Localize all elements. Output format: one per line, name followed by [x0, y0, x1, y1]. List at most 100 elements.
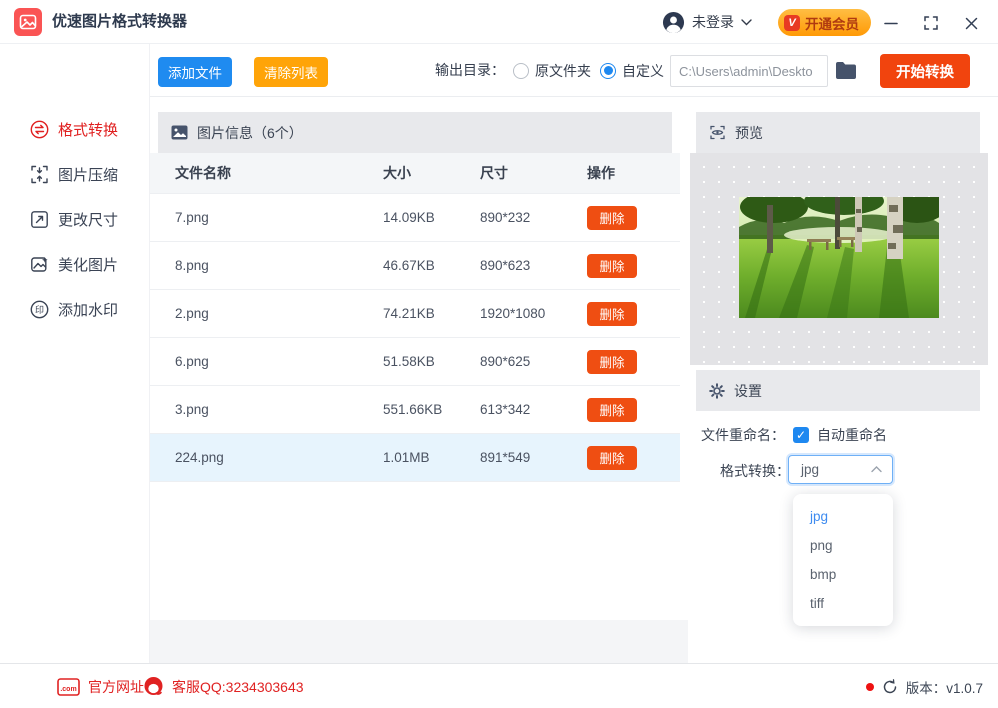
radio-original-label: 原文件夹 [535, 62, 591, 79]
output-dir-label: 输出目录： [435, 62, 505, 78]
format-select[interactable]: jpg [788, 455, 893, 484]
customer-service-label: 客服QQ:3234303643 [172, 678, 304, 695]
radio-original-folder[interactable]: 原文件夹 [513, 44, 591, 97]
customer-service-link[interactable]: 客服QQ:3234303643 [143, 664, 304, 708]
file-dims: 890*623 [480, 258, 531, 273]
file-dims: 890*232 [480, 210, 531, 225]
sidebar-item-label: 图片压缩 [58, 167, 119, 184]
status-dot [865, 682, 874, 691]
gear-icon [709, 382, 725, 399]
refresh-icon[interactable] [882, 678, 898, 695]
delete-button[interactable]: 删除 [587, 445, 637, 470]
sidebar-item-watermark[interactable]: 印 添加水印 [0, 287, 149, 332]
official-website-link[interactable]: .com 官方网址 [57, 664, 144, 708]
login-status-label: 未登录 [692, 14, 734, 30]
table-row[interactable]: 6.png 51.58KB 890*625 删除 [150, 338, 680, 386]
radio-custom-folder[interactable]: 自定义 [600, 44, 664, 97]
file-size: 46.67KB [383, 258, 435, 273]
app-window: 优速图片格式转换器 未登录 V 开通会员 格式转换 图片压缩 更改尺寸 美化图片… [0, 0, 998, 708]
file-name: 2.png [175, 306, 209, 321]
col-filename: 文件名称 [175, 165, 231, 181]
table-row[interactable]: 7.png 14.09KB 890*232 删除 [150, 194, 680, 242]
format-dropdown-menu: jpg png bmp tiff [793, 494, 893, 626]
svg-text:印: 印 [35, 304, 44, 315]
sidebar-item-format-convert[interactable]: 格式转换 [0, 107, 149, 152]
beautify-icon [30, 255, 49, 274]
settings-title: 设置 [734, 382, 762, 399]
vip-badge-icon: V [784, 14, 800, 31]
delete-button[interactable]: 删除 [587, 397, 637, 422]
col-dims: 尺寸 [480, 165, 508, 181]
dropdown-option-png[interactable]: png [793, 531, 893, 560]
table-row-selected[interactable]: 224.png 1.01MB 891*549 删除 [150, 434, 680, 482]
file-size: 1.01MB [383, 450, 430, 465]
maximize-button[interactable] [920, 12, 942, 34]
start-convert-button[interactable]: 开始转换 [880, 54, 970, 88]
preview-title: 预览 [735, 124, 763, 141]
rename-label: 文件重命名： [701, 427, 785, 443]
file-table: 文件名称 大小 尺寸 操作 7.png 14.09KB 890*232 删除 8… [150, 153, 680, 482]
rename-setting-row: 文件重命名： ✓ 自动重命名 [701, 425, 887, 445]
version-label: 版本：v1.0.7 [905, 680, 983, 696]
app-logo-icon [14, 8, 42, 36]
table-header-row: 文件名称 大小 尺寸 操作 [150, 153, 680, 194]
sidebar: 格式转换 图片压缩 更改尺寸 美化图片 印 添加水印 [0, 44, 150, 663]
resize-icon [30, 210, 49, 229]
minimize-button[interactable] [880, 12, 902, 34]
file-info-title: 图片信息（6个） [197, 124, 303, 141]
file-size: 551.66KB [383, 402, 443, 417]
preview-header: 预览 [696, 112, 980, 153]
user-avatar-icon [662, 11, 685, 34]
login-area[interactable]: 未登录 [662, 0, 752, 44]
delete-button[interactable]: 删除 [587, 301, 637, 326]
customer-service-icon [143, 676, 164, 697]
app-title: 优速图片格式转换器 [52, 13, 188, 30]
settings-header: 设置 [696, 370, 980, 411]
sidebar-item-beautify[interactable]: 美化图片 [0, 242, 149, 287]
version-area: 版本：v1.0.7 [865, 664, 983, 708]
table-footer-area [150, 620, 688, 663]
file-dims: 891*549 [480, 450, 531, 465]
table-row[interactable]: 8.png 46.67KB 890*623 删除 [150, 242, 680, 290]
image-info-icon [171, 125, 188, 140]
sidebar-item-label: 添加水印 [58, 302, 119, 319]
dropdown-option-jpg[interactable]: jpg [793, 502, 893, 531]
svg-text:.com: .com [60, 686, 76, 693]
dropdown-option-bmp[interactable]: bmp [793, 560, 893, 589]
chevron-up-icon [871, 466, 882, 473]
browse-folder-button[interactable] [834, 59, 860, 83]
radio-custom-label: 自定义 [622, 62, 664, 79]
file-name: 224.png [175, 450, 224, 465]
sidebar-item-resize[interactable]: 更改尺寸 [0, 197, 149, 242]
toolbar: 添加文件 清除列表 输出目录： 原文件夹 自定义 开始转换 [150, 44, 998, 97]
titlebar: 优速图片格式转换器 未登录 V 开通会员 [0, 0, 998, 44]
website-label: 官方网址 [88, 678, 144, 695]
auto-rename-checkbox[interactable]: ✓ [793, 427, 809, 443]
format-label: 格式转换： [720, 463, 790, 479]
delete-button[interactable]: 删除 [587, 253, 637, 278]
open-vip-button[interactable]: V 开通会员 [778, 9, 871, 36]
file-name: 8.png [175, 258, 209, 273]
col-size: 大小 [383, 165, 411, 181]
output-path-input[interactable] [670, 55, 828, 87]
dropdown-option-tiff[interactable]: tiff [793, 589, 893, 618]
clear-list-button[interactable]: 清除列表 [254, 57, 328, 87]
file-dims: 613*342 [480, 402, 531, 417]
sidebar-item-compress[interactable]: 图片压缩 [0, 152, 149, 197]
delete-button[interactable]: 删除 [587, 349, 637, 374]
add-files-button[interactable]: 添加文件 [158, 57, 232, 87]
watermark-icon: 印 [30, 300, 49, 319]
delete-button[interactable]: 删除 [587, 205, 637, 230]
table-row[interactable]: 3.png 551.66KB 613*342 删除 [150, 386, 680, 434]
radio-custom-circle[interactable] [600, 62, 616, 79]
radio-original-circle[interactable] [513, 62, 529, 79]
file-dims: 1920*1080 [480, 306, 546, 321]
preview-eye-icon [709, 125, 726, 140]
close-button[interactable] [960, 12, 982, 34]
vip-button-label: 开通会员 [805, 16, 859, 32]
file-name: 6.png [175, 354, 209, 369]
chevron-down-icon [741, 18, 752, 26]
auto-rename-label: 自动重命名 [817, 427, 887, 443]
table-row[interactable]: 2.png 74.21KB 1920*1080 删除 [150, 290, 680, 338]
file-size: 74.21KB [383, 306, 435, 321]
